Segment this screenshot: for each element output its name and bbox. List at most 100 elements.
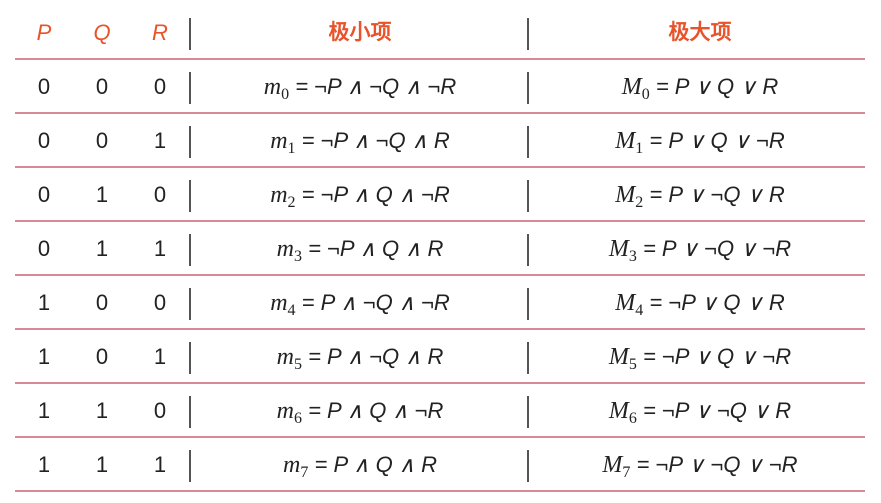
table-row: 1 1 0 m6 = P ∧ Q ∧ ¬R M6 = ¬P ∨ ¬Q ∨ R: [0, 384, 881, 438]
column-divider: [189, 450, 191, 482]
column-divider: [189, 126, 191, 158]
value-r: 1: [153, 344, 167, 369]
column-divider: [527, 180, 529, 212]
value-r: 0: [153, 398, 167, 423]
column-divider: [527, 234, 529, 266]
value-p: 1: [37, 398, 51, 423]
table-row: 0 0 1 m1 = ¬P ∧ ¬Q ∧ R M1 = P ∨ Q ∨ ¬R: [0, 114, 881, 168]
minterm-name: m: [270, 128, 288, 154]
maxterm-index: 4: [635, 302, 644, 319]
maxterm-expression: = P ∨ ¬Q ∨ R: [643, 182, 785, 207]
header-r: R: [152, 20, 168, 45]
value-q: 0: [95, 290, 109, 315]
value-q: 1: [95, 398, 109, 423]
value-p: 0: [37, 74, 51, 99]
column-divider: [527, 126, 529, 158]
maxterm-expression: = P ∨ ¬Q ∨ ¬R: [636, 236, 792, 261]
value-r: 0: [153, 74, 167, 99]
minterm-expression: = P ∧ ¬Q ∧ ¬R: [295, 290, 450, 315]
minterm-index: 5: [293, 356, 302, 373]
maxterm-expression: = ¬P ∨ Q ∨ R: [643, 290, 785, 315]
minterm-name: m: [276, 398, 294, 424]
value-p: 0: [37, 128, 51, 153]
minterm-index: 2: [287, 194, 296, 211]
value-q: 1: [95, 182, 109, 207]
minterm-formula: m2 = ¬P ∧ Q ∧ ¬R: [200, 168, 520, 222]
table-row: 0 1 0 m2 = ¬P ∧ Q ∧ ¬R M2 = P ∨ ¬Q ∨ R: [0, 168, 881, 222]
minterm-index: 3: [293, 248, 302, 265]
value-p: 1: [37, 344, 51, 369]
minterm-formula: m3 = ¬P ∧ Q ∧ R: [200, 222, 520, 276]
table-row: 1 1 1 m7 = P ∧ Q ∧ R M7 = ¬P ∨ ¬Q ∨ ¬R: [0, 438, 881, 492]
header-row: P Q R 极小项 极大项: [0, 6, 881, 60]
maxterm-name: M: [608, 398, 629, 424]
rule-line: [15, 490, 865, 492]
minterm-expression: = ¬P ∧ Q ∧ R: [301, 236, 444, 261]
minterm-formula: m6 = P ∧ Q ∧ ¬R: [200, 384, 520, 438]
maxterm-expression: = ¬P ∨ Q ∨ ¬R: [636, 344, 792, 369]
column-divider: [527, 72, 529, 104]
minterm-expression: = P ∧ ¬Q ∧ R: [301, 344, 444, 369]
maxterm-index: 6: [628, 410, 637, 427]
maxterm-name: M: [615, 290, 636, 316]
column-divider: [527, 342, 529, 374]
header-p: P: [36, 20, 52, 45]
header-maxterm: 极大项: [668, 21, 732, 44]
table-row: 1 0 1 m5 = P ∧ ¬Q ∧ R M5 = ¬P ∨ Q ∨ ¬R: [0, 330, 881, 384]
maxterm-formula: M7 = ¬P ∨ ¬Q ∨ ¬R: [540, 438, 860, 492]
column-divider: [189, 180, 191, 212]
maxterm-expression: = P ∨ Q ∨ ¬R: [643, 128, 785, 153]
minterm-name: m: [276, 344, 294, 370]
column-divider: [527, 396, 529, 428]
value-r: 1: [153, 452, 167, 477]
value-r: 1: [153, 236, 167, 261]
maxterm-name: M: [608, 236, 629, 262]
value-p: 1: [37, 452, 51, 477]
minterm-expression: = ¬P ∧ ¬Q ∧ R: [295, 128, 450, 153]
value-q: 0: [95, 74, 109, 99]
minterm-expression: = ¬P ∧ ¬Q ∧ ¬R: [289, 74, 457, 99]
minterm-name: m: [263, 74, 282, 100]
minterm-formula: m7 = P ∧ Q ∧ R: [200, 438, 520, 492]
value-r: 0: [153, 182, 167, 207]
minterm-formula: m0 = ¬P ∧ ¬Q ∧ ¬R: [200, 60, 520, 114]
column-divider: [527, 450, 529, 482]
minterm-index: 4: [287, 302, 296, 319]
maxterm-name: M: [602, 452, 623, 478]
column-divider: [189, 18, 191, 50]
table-row: 1 0 0 m4 = P ∧ ¬Q ∧ ¬R M4 = ¬P ∨ Q ∨ R: [0, 276, 881, 330]
maxterm-index: 1: [635, 140, 644, 157]
maxterm-formula: M2 = P ∨ ¬Q ∨ R: [540, 168, 860, 222]
value-r: 0: [153, 290, 167, 315]
minterm-index: 0: [281, 86, 290, 103]
maxterm-formula: M0 = P ∨ Q ∨ R: [540, 60, 860, 114]
minterm-name: m: [270, 182, 288, 208]
column-divider: [189, 342, 191, 374]
maxterm-name: M: [615, 182, 636, 208]
minterm-name: m: [283, 452, 301, 478]
maxterm-name: M: [621, 74, 642, 100]
maxterm-formula: M3 = P ∨ ¬Q ∨ ¬R: [540, 222, 860, 276]
maxterm-formula: M4 = ¬P ∨ Q ∨ R: [540, 276, 860, 330]
value-q: 1: [95, 236, 109, 261]
minterm-expression: = P ∧ Q ∧ ¬R: [301, 398, 444, 423]
maxterm-index: 7: [622, 464, 631, 481]
value-q: 0: [95, 344, 109, 369]
column-divider: [189, 234, 191, 266]
minterm-index: 7: [300, 464, 309, 481]
maxterm-formula: M5 = ¬P ∨ Q ∨ ¬R: [540, 330, 860, 384]
minterm-index: 6: [293, 410, 302, 427]
header-minterm: 极小项: [328, 21, 392, 44]
table-row: 0 1 1 m3 = ¬P ∧ Q ∧ R M3 = P ∨ ¬Q ∨ ¬R: [0, 222, 881, 276]
column-divider: [527, 18, 529, 50]
maxterm-formula: M1 = P ∨ Q ∨ ¬R: [540, 114, 860, 168]
maxterm-index: 0: [641, 86, 650, 103]
maxterm-formula: M6 = ¬P ∨ ¬Q ∨ R: [540, 384, 860, 438]
minterm-expression: = ¬P ∧ Q ∧ ¬R: [295, 182, 450, 207]
value-r: 1: [153, 128, 167, 153]
value-p: 0: [37, 182, 51, 207]
value-p: 1: [37, 290, 51, 315]
maxterm-index: 2: [635, 194, 644, 211]
value-p: 0: [37, 236, 51, 261]
minterm-formula: m4 = P ∧ ¬Q ∧ ¬R: [200, 276, 520, 330]
